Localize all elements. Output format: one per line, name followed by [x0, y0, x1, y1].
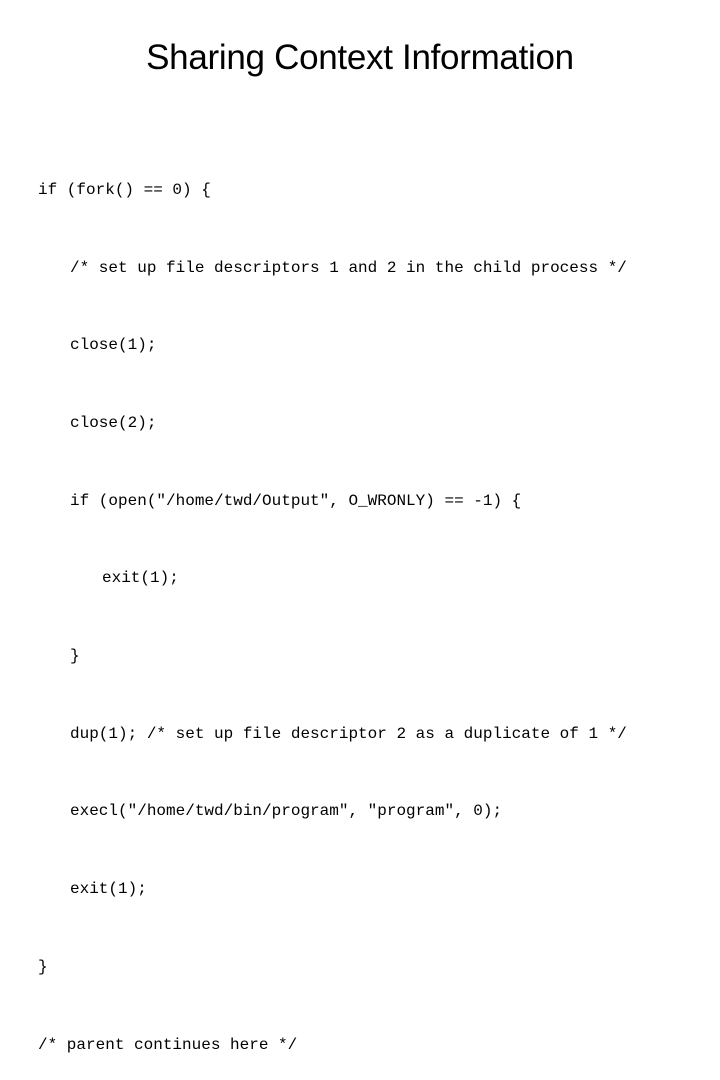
code-line: dup(1); /* set up file descriptor 2 as a…: [70, 724, 627, 743]
code-line: }: [70, 647, 80, 666]
code-line: exit(1);: [70, 880, 147, 899]
code-line: close(1);: [70, 336, 157, 355]
slide-title: Sharing Context Information: [146, 38, 574, 77]
code-line: /* set up file descriptors 1 and 2 in th…: [70, 258, 627, 277]
code-block: if (fork() == 0) { /* set up file descri…: [38, 126, 627, 1080]
code-line: execl("/home/twd/bin/program", "program"…: [70, 802, 503, 821]
code-line: if (open("/home/twd/Output", O_WRONLY) =…: [70, 491, 522, 510]
code-line: }: [38, 957, 48, 976]
code-line: if (fork() == 0) {: [38, 180, 211, 199]
code-line: exit(1);: [102, 569, 179, 588]
code-line: /* parent continues here */: [38, 1035, 298, 1054]
code-line: close(2);: [70, 413, 157, 432]
